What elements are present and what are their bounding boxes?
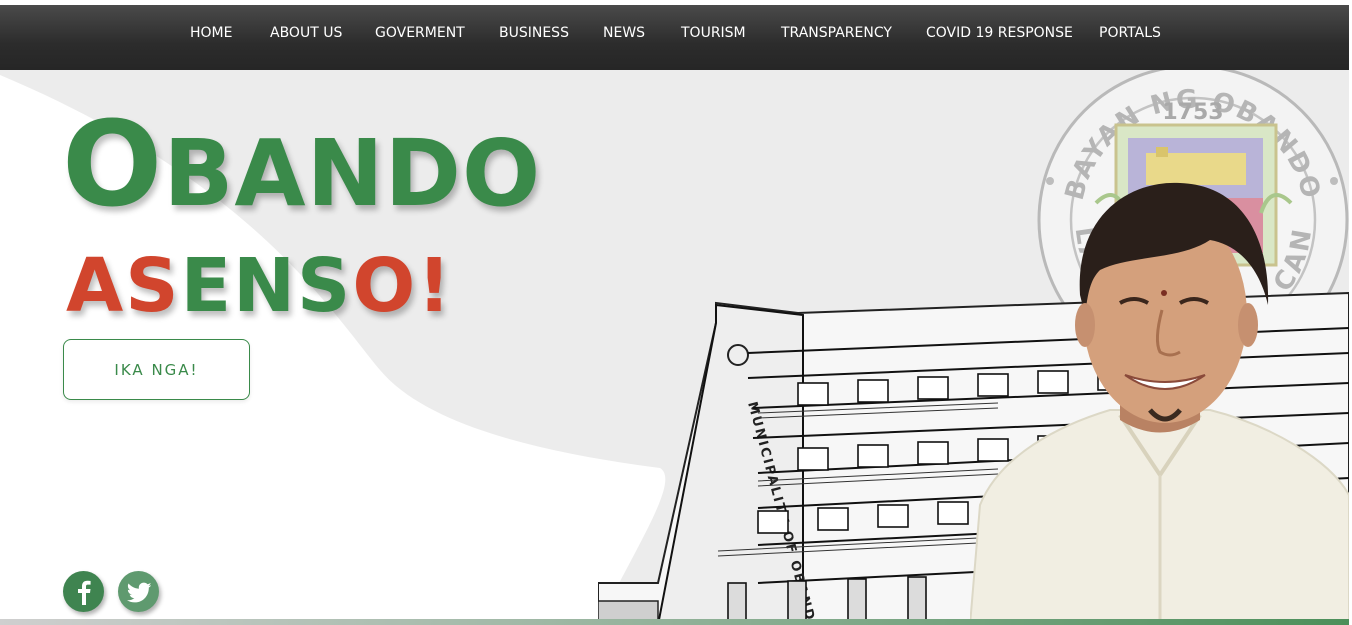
nav-government[interactable]: GOVERMENT	[375, 25, 465, 41]
hero-bottom-divider	[0, 619, 1349, 625]
hero-subtitle-part2: ENS	[180, 243, 353, 329]
hero-subtitle-part1: AS	[66, 243, 181, 329]
hero-title-initial: O	[62, 95, 164, 233]
page-frame: HOME ABOUT US GOVERMENT BUSINESS NEWS TO…	[0, 5, 1349, 625]
hero-subtitle-part3: O!	[352, 243, 454, 329]
nav-portals[interactable]: PORTALS	[1099, 25, 1161, 41]
nav-news[interactable]: NEWS	[603, 25, 645, 41]
hero-subtitle: ASENSO!	[66, 249, 453, 323]
twitter-link[interactable]	[118, 571, 159, 612]
seal-year: 1753	[1162, 100, 1223, 125]
facebook-icon	[77, 580, 91, 605]
main-nav: HOME ABOUT US GOVERMENT BUSINESS NEWS TO…	[0, 5, 1349, 70]
hero-title: OBANDO	[62, 105, 541, 223]
mayor-portrait	[970, 182, 1349, 625]
facebook-link[interactable]	[63, 571, 104, 612]
nav-about-us[interactable]: ABOUT US	[270, 25, 342, 41]
nav-tourism[interactable]: TOURISM	[681, 25, 746, 41]
nav-business[interactable]: BUSINESS	[499, 25, 569, 41]
twitter-icon	[126, 582, 151, 602]
nav-transparency[interactable]: TRANSPARENCY	[781, 25, 892, 41]
nav-home[interactable]: HOME	[190, 25, 232, 41]
ika-nga-button[interactable]: IKA NGA!	[63, 339, 250, 400]
hero-title-rest: BANDO	[163, 120, 542, 227]
nav-covid-response[interactable]: COVID 19 RESPONSE	[926, 25, 1073, 41]
